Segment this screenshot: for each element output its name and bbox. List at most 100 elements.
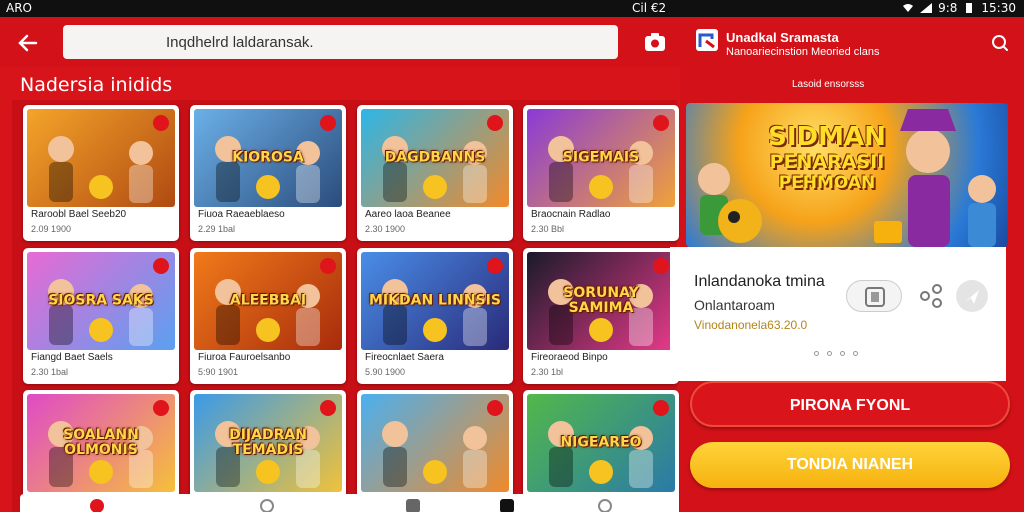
carousel-dot[interactable]	[853, 351, 858, 356]
app-name: Inlandanoka tmina	[694, 273, 825, 290]
game-thumbnail: SORUNAY SAMIMA	[527, 252, 675, 350]
game-title: Fiangd Baet Saels	[31, 352, 113, 363]
app-info-card: Inlandanoka tmina Onlantaroam Vinodanone…	[670, 247, 1006, 381]
status-carrier: ARO	[6, 1, 32, 15]
search-icon	[992, 35, 1008, 51]
signal-icon	[920, 3, 933, 13]
camera-icon	[645, 33, 665, 51]
game-thumbnail	[27, 109, 175, 207]
status-bar: ARO Cil €2 9:8 15:30	[0, 0, 1024, 17]
secondary-action-button[interactable]: TONDIA NIANEH	[690, 442, 1010, 488]
game-art-title: SORUNAY SAMIMA	[563, 285, 639, 316]
game-title: Fireoraeod Binpo	[531, 352, 608, 363]
wifi-icon	[903, 4, 914, 12]
panel-caption: Lasoid ensorsss	[792, 79, 865, 90]
status-right: 9:8 15:30	[902, 1, 1016, 15]
game-thumbnail: SIGEMAIS	[527, 109, 675, 207]
bookmark-button[interactable]	[846, 280, 902, 312]
game-title: Fiuroa Fauroelsanbo	[198, 352, 291, 363]
game-title: Fiuoa Raeaeblaeso	[198, 209, 285, 220]
game-card[interactable]: Raroobl Bael Seeb20 2.09 1900	[23, 105, 179, 241]
game-card[interactable]: MIKDAN LINNSIS Fireocnlaet Saera 5.90 1900	[357, 248, 513, 384]
status-time: 15:30	[981, 1, 1016, 15]
badge-icon	[653, 400, 669, 416]
primary-action-button[interactable]: PIRONA FYONL	[690, 381, 1010, 427]
bottom-nav	[20, 494, 670, 512]
game-thumbnail: NIGEAREO	[527, 394, 675, 492]
game-thumbnail: DAGDBANNS	[361, 109, 509, 207]
game-thumbnail: DIJADRAN TEMADIS	[194, 394, 342, 492]
shop-icon	[696, 29, 718, 51]
shop-subtitle: Nanoariecinstion Meoried clans	[726, 46, 880, 58]
game-art-title: DIJADRAN TEMADIS	[229, 427, 307, 458]
back-arrow-icon	[18, 34, 38, 52]
section-title: Nadersia inidids	[20, 74, 173, 96]
detail-panel: Unadkal Sramasta Nanoariecinstion Meorie…	[670, 17, 1024, 512]
carousel-dot[interactable]	[827, 351, 832, 356]
share-icon	[920, 284, 942, 308]
game-art-title: SIGEMAIS	[562, 149, 640, 166]
game-meta: 2.30 1bl	[531, 367, 564, 377]
panel-search-button[interactable]	[990, 33, 1010, 53]
search-query: Inqdhelrd laldaransak.	[166, 34, 314, 51]
battery-icon	[966, 3, 973, 13]
game-card[interactable]: SORUNAY SAMIMA Fireoraeod Binpo 2.30 1bl	[523, 248, 679, 384]
nav-apps-icon[interactable]	[500, 499, 514, 512]
game-title: Aareo laoa Beanee	[365, 209, 451, 220]
camera-button[interactable]	[642, 29, 668, 55]
banner-line-3: PEHMOAN	[778, 173, 876, 193]
nav-anchor-icon[interactable]	[598, 499, 612, 512]
game-art-title: DAGDBANNS	[384, 149, 486, 166]
game-title: Fireocnlaet Saera	[365, 352, 444, 363]
game-meta: 2.30 1bal	[31, 367, 69, 377]
badge-icon	[653, 115, 669, 131]
game-art-title: SOALANN OLMONIS	[63, 427, 139, 458]
game-thumbnail: SIOSRA SAKS	[27, 252, 175, 350]
banner-line-2: PENARASII	[769, 151, 885, 173]
back-button[interactable]	[14, 29, 42, 57]
game-thumbnail	[361, 394, 509, 492]
carousel-dot[interactable]	[840, 351, 845, 356]
top-bar: Inqdhelrd laldaransak.	[0, 17, 680, 67]
nav-library-icon[interactable]	[406, 499, 420, 512]
game-art-title: KIOROSA	[232, 149, 304, 166]
game-meta: 2.29 1bal	[198, 224, 236, 234]
game-thumbnail: SOALANN OLMONIS	[27, 394, 175, 492]
search-input[interactable]: Inqdhelrd laldaransak.	[63, 25, 618, 59]
badge-icon	[487, 115, 503, 131]
nav-shield-icon[interactable]	[260, 499, 274, 512]
badge-icon	[153, 115, 169, 131]
badge-icon	[320, 400, 336, 416]
bookmark-icon	[865, 287, 885, 307]
carousel-dots	[814, 351, 858, 356]
game-meta: 5:90 1901	[198, 367, 239, 377]
send-button[interactable]	[956, 280, 988, 312]
status-extra: 9:8	[938, 1, 958, 15]
nav-home-icon[interactable]	[90, 499, 104, 512]
send-icon	[965, 290, 979, 304]
game-meta: 2.30 Bbl	[531, 224, 565, 234]
game-meta: 2.09 1900	[31, 224, 72, 234]
share-button[interactable]	[918, 283, 944, 309]
game-meta: 2.30 1900	[365, 224, 406, 234]
game-thumbnail: KIOROSA	[194, 109, 342, 207]
game-art-title: ALEEBBAI	[229, 292, 307, 309]
app-developer: Onlantaroam	[694, 297, 775, 313]
game-card[interactable]: KIOROSA Fiuoa Raeaeblaeso 2.29 1bal	[190, 105, 346, 241]
badge-icon	[153, 400, 169, 416]
game-thumbnail: ALEEBBAI	[194, 252, 342, 350]
game-card[interactable]: ALEEBBAI Fiuroa Fauroelsanbo 5:90 1901	[190, 248, 346, 384]
game-card[interactable]: SIOSRA SAKS Fiangd Baet Saels 2.30 1bal	[23, 248, 179, 384]
game-art-title: SIOSRA SAKS	[48, 292, 154, 309]
featured-banner[interactable]: SIDMAN PENARASII PEHMOAN	[686, 103, 1008, 247]
shop-title: Unadkal Sramasta	[726, 30, 839, 45]
badge-icon	[153, 258, 169, 274]
badge-icon	[487, 400, 503, 416]
game-card[interactable]: DAGDBANNS Aareo laoa Beanee 2.30 1900	[357, 105, 513, 241]
badge-icon	[653, 258, 669, 274]
game-thumbnail: MIKDAN LINNSIS	[361, 252, 509, 350]
badge-icon	[320, 258, 336, 274]
game-meta: 5.90 1900	[365, 367, 406, 377]
game-card[interactable]: SIGEMAIS Braocnain Radlao 2.30 Bbl	[523, 105, 679, 241]
carousel-dot[interactable]	[814, 351, 819, 356]
